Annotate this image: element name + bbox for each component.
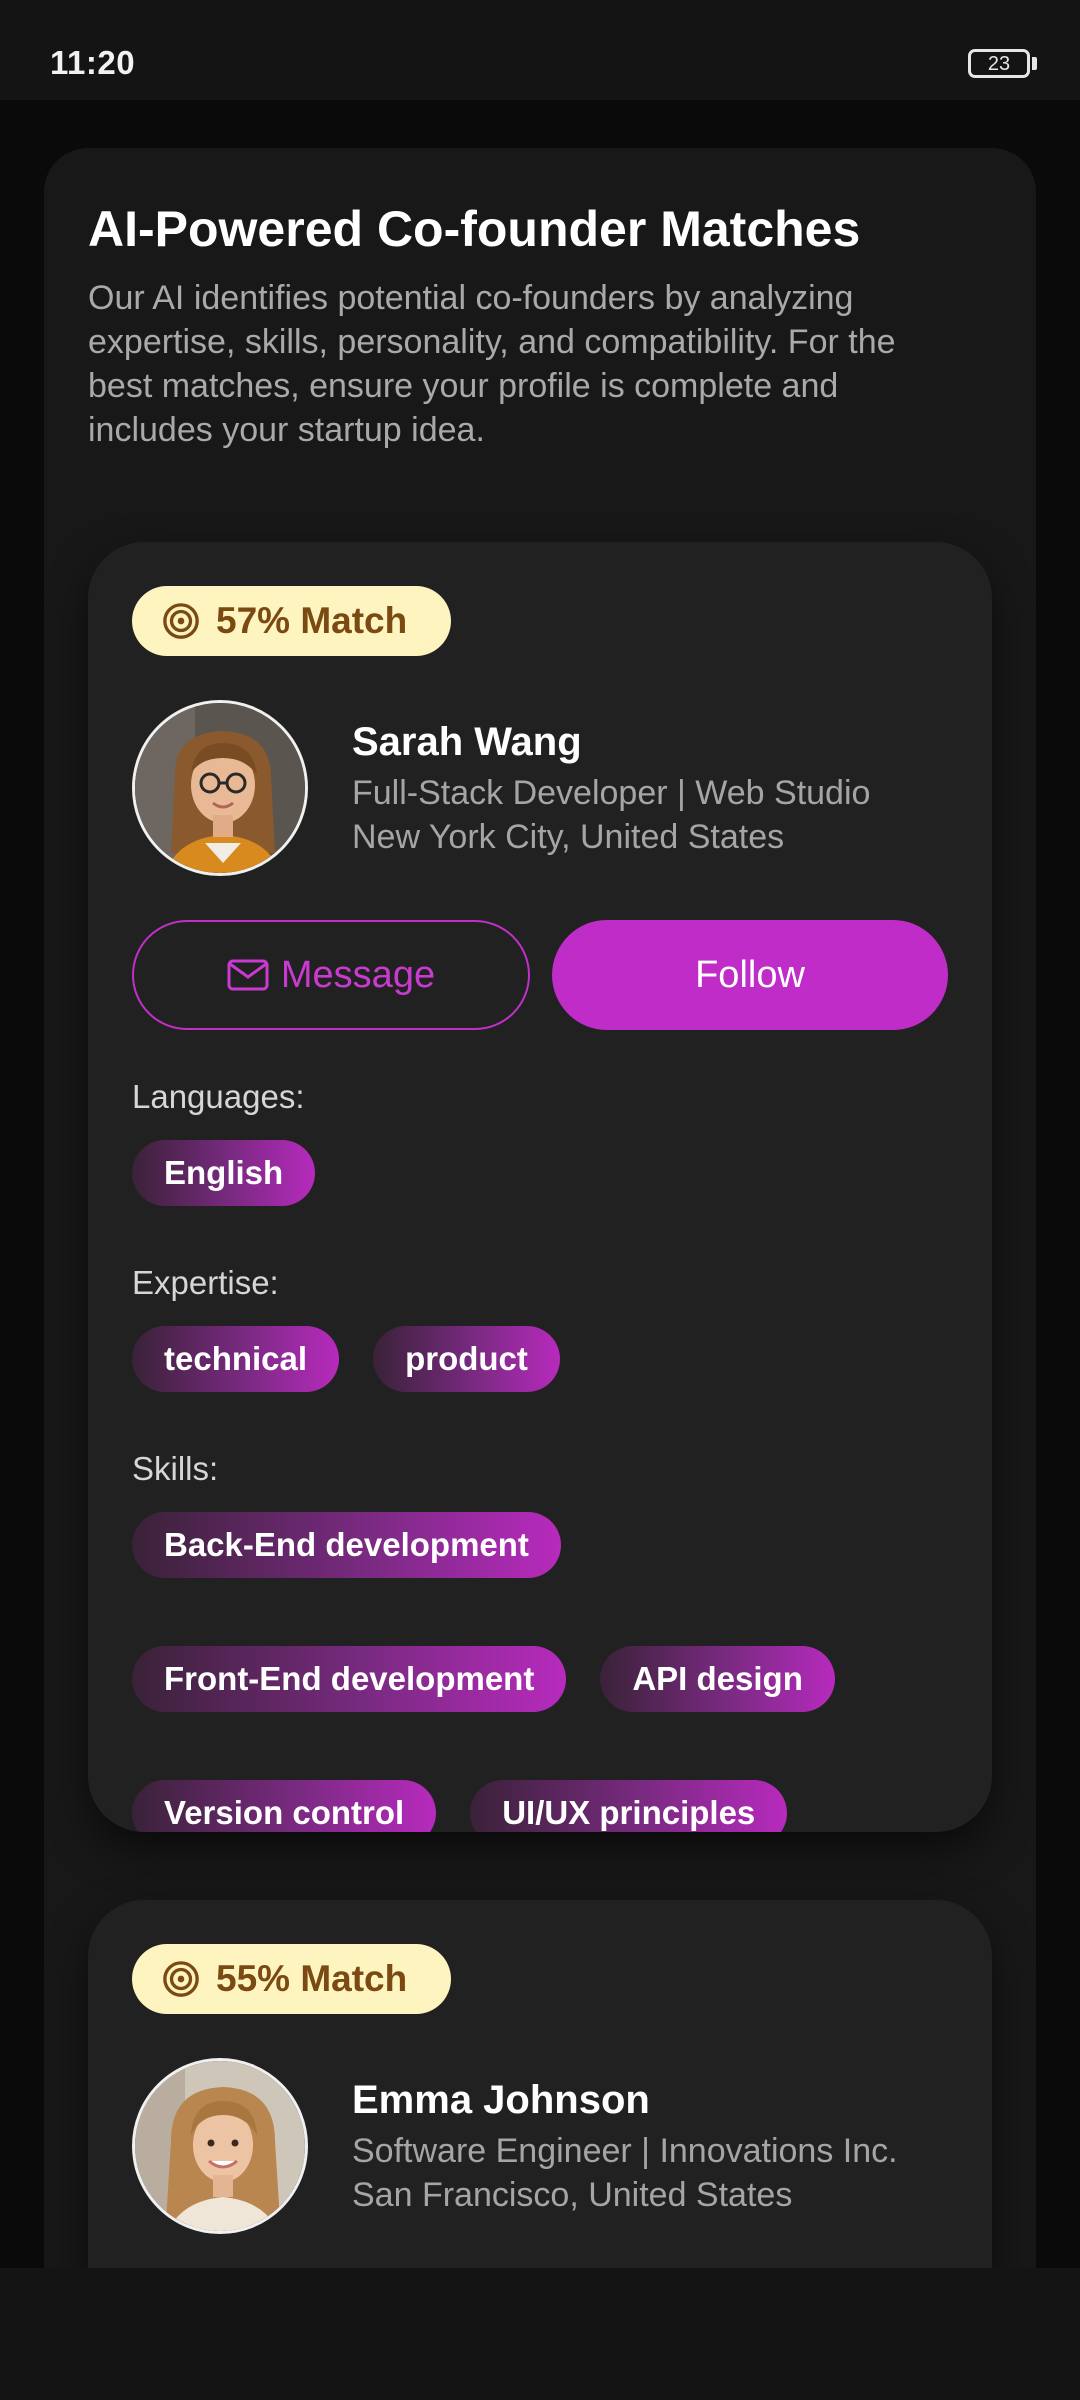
person-role: Full-Stack Developer | Web Studio [352, 774, 871, 812]
target-icon [163, 1961, 199, 1997]
message-label: Message [280, 953, 436, 996]
match-card[interactable]: 57% Match Sarah Wang Full-Stack Develope… [88, 542, 992, 1832]
languages-label: Languages: [132, 1078, 305, 1115]
follow-label: Follow [695, 953, 805, 996]
skill-chip: Back-End development [132, 1512, 561, 1578]
page-description: Our AI identifies potential co-founders … [88, 279, 896, 449]
follow-button[interactable]: Follow [552, 920, 948, 1030]
match-badge: 57% Match [132, 586, 452, 656]
skill-chip: API design [600, 1646, 835, 1712]
person-name[interactable]: Emma Johnson [352, 2078, 650, 2123]
page-title: AI-Powered Co-founder Matches [88, 201, 861, 257]
skills-chips: Back-End development Front-End developme… [132, 1512, 962, 1832]
person-location: New York City, United States [352, 818, 785, 856]
message-button[interactable]: Message [132, 920, 530, 1030]
match-percent: 55% Match [216, 1958, 408, 1999]
match-percent: 57% Match [216, 600, 408, 641]
avatar-image [135, 703, 305, 873]
match-card[interactable]: 55% Match Emma Johnson Software Engineer… [88, 1900, 992, 2320]
battery-nub [1032, 57, 1037, 70]
target-icon [163, 603, 199, 639]
skill-chip: Version control [132, 1780, 437, 1832]
expertise-chip: technical [132, 1326, 340, 1392]
avatar[interactable] [132, 700, 308, 876]
avatar[interactable] [132, 2058, 308, 2234]
skill-chip: Front-End development [132, 1646, 567, 1712]
status-time: 11:20 [50, 44, 136, 81]
skills-label: Skills: [132, 1450, 219, 1487]
expertise-label: Expertise: [132, 1264, 279, 1301]
match-badge: 55% Match [132, 1944, 452, 2014]
languages-chips: English [132, 1140, 962, 1206]
person-name[interactable]: Sarah Wang [352, 720, 582, 765]
person-location: San Francisco, United States [352, 2176, 793, 2214]
language-chip: English [132, 1140, 316, 1206]
status-bar: 11:20 23 [0, 0, 1080, 100]
avatar-image [135, 2061, 305, 2231]
mail-icon [227, 959, 269, 991]
battery-icon: 23 [968, 49, 1030, 78]
bottom-bar [0, 2268, 1080, 2400]
person-role: Software Engineer | Innovations Inc. [352, 2132, 898, 2170]
expertise-chips: technical product [132, 1326, 962, 1392]
battery-level: 23 [987, 53, 1011, 75]
expertise-chip: product [373, 1326, 560, 1392]
skill-chip: UI/UX principles [470, 1780, 788, 1832]
